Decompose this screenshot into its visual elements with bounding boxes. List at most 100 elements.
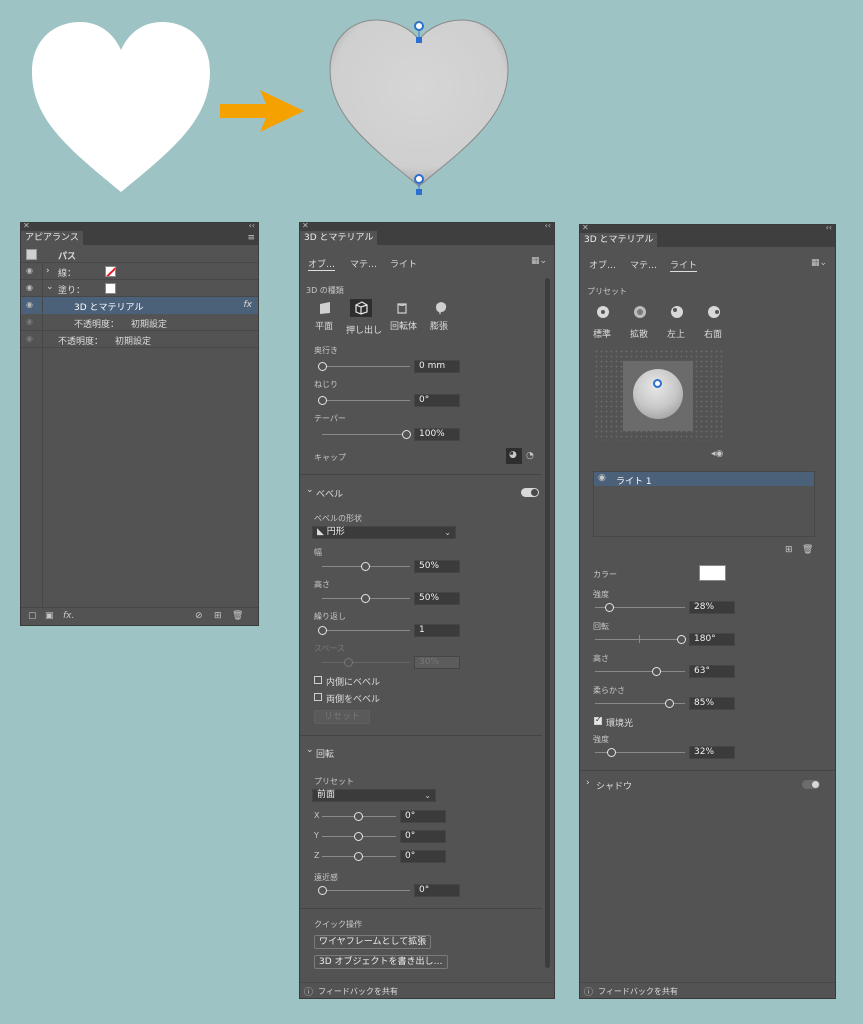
- bevel-height-knob[interactable]: [361, 594, 370, 603]
- light-preview-canvas[interactable]: [594, 349, 724, 441]
- x-knob[interactable]: [354, 812, 363, 821]
- eye-icon[interactable]: ◉: [26, 317, 36, 326]
- light-color-swatch[interactable]: [699, 565, 726, 581]
- panel-titlebar[interactable]: ✕ ‹‹: [21, 221, 258, 231]
- render-settings-icon[interactable]: ▦⌄: [531, 256, 547, 266]
- wireframe-expand-button[interactable]: ワイヤフレームとして拡張: [314, 935, 432, 949]
- z-knob[interactable]: [354, 852, 363, 861]
- subtab-material[interactable]: マテ…: [350, 257, 377, 270]
- both-bevel-checkbox[interactable]: [314, 693, 322, 701]
- cap-off-icon[interactable]: ◔: [526, 451, 534, 461]
- row-stroke[interactable]: ◉ › 線：: [21, 263, 258, 280]
- light-handle[interactable]: [653, 379, 662, 388]
- preset-diffuse-button[interactable]: 拡散: [627, 305, 653, 340]
- perspective-knob[interactable]: [318, 886, 327, 895]
- scrollbar[interactable]: [545, 278, 550, 968]
- collapse-icon[interactable]: ‹‹: [826, 223, 832, 232]
- chevron-down-icon[interactable]: ⌄: [46, 282, 54, 292]
- fx-icon[interactable]: fx: [244, 300, 253, 310]
- depth-slider-knob[interactable]: [318, 362, 327, 371]
- twist-field[interactable]: 0°: [414, 394, 460, 407]
- duplicate-item-icon[interactable]: ⊞: [214, 611, 222, 621]
- perspective-field[interactable]: 0°: [414, 884, 460, 897]
- eye-icon[interactable]: ◉: [26, 334, 36, 343]
- eye-icon[interactable]: ◉: [598, 473, 606, 483]
- taper-slider-knob[interactable]: [402, 430, 411, 439]
- eye-icon[interactable]: ◉: [26, 300, 36, 309]
- height-slider[interactable]: [595, 671, 685, 672]
- bevel-toggle[interactable]: [521, 488, 539, 497]
- add-light-icon[interactable]: ⊞: [785, 545, 793, 555]
- intensity-field[interactable]: 28%: [689, 601, 735, 614]
- bevel-chevron-icon[interactable]: ⌄: [306, 485, 314, 495]
- depth-slider[interactable]: [322, 366, 410, 367]
- subtab-light[interactable]: ライト: [670, 258, 698, 272]
- z-field[interactable]: 0°: [400, 850, 446, 863]
- add-effect-icon[interactable]: fx.: [63, 611, 74, 621]
- y-field[interactable]: 0°: [400, 830, 446, 843]
- collapse-icon[interactable]: ‹‹: [545, 221, 551, 230]
- tab-3d-material[interactable]: 3D とマテリアル: [300, 231, 378, 245]
- shadow-toggle[interactable]: [802, 780, 820, 789]
- cap-on-button[interactable]: ◕: [506, 448, 522, 464]
- subtab-object[interactable]: オブ…: [308, 257, 336, 271]
- panel-titlebar[interactable]: ✕ ‹‹: [580, 223, 835, 233]
- render-settings-icon[interactable]: ▦⌄: [811, 258, 827, 268]
- bevel-width-field[interactable]: 50%: [414, 560, 460, 573]
- chevron-right-icon[interactable]: ›: [46, 266, 50, 276]
- twist-slider-knob[interactable]: [318, 396, 327, 405]
- feedback-link[interactable]: フィードバックを共有: [318, 986, 398, 997]
- rotation-knob[interactable]: [677, 635, 686, 644]
- panel-menu-icon[interactable]: ≡: [247, 233, 255, 243]
- tab-3d-material[interactable]: 3D とマテリアル: [580, 233, 658, 247]
- rotation-chevron-icon[interactable]: ⌄: [306, 745, 314, 755]
- intensity-knob[interactable]: [605, 603, 614, 612]
- type-inflate-button[interactable]: 膨張: [428, 301, 454, 335]
- y-knob[interactable]: [354, 832, 363, 841]
- ambient-intensity-field[interactable]: 32%: [689, 746, 735, 759]
- clear-appearance-icon[interactable]: ⊘: [195, 611, 203, 621]
- row-fill-opacity[interactable]: ◉ 不透明度： 初期設定: [21, 314, 258, 331]
- depth-field[interactable]: 0 mm: [414, 360, 460, 373]
- bevel-shape-dropdown[interactable]: ◣ 円形 ⌄: [312, 526, 456, 539]
- bevel-height-field[interactable]: 50%: [414, 592, 460, 605]
- row-fill[interactable]: ◉ ⌄ 塗り：: [21, 280, 258, 297]
- shadow-heading[interactable]: シャドウ: [596, 779, 632, 792]
- taper-field[interactable]: 100%: [414, 428, 460, 441]
- bevel-heading[interactable]: ベベル: [316, 487, 343, 500]
- stroke-none-swatch[interactable]: [105, 266, 116, 277]
- feedback-link[interactable]: フィードバックを共有: [598, 986, 678, 997]
- 3d-material-effect-label[interactable]: 3D とマテリアル: [74, 300, 143, 313]
- add-stroke-icon[interactable]: ▢: [28, 611, 37, 621]
- close-icon[interactable]: ✕: [582, 223, 589, 232]
- row-3d-material[interactable]: ◉ 3D とマテリアル fx: [21, 297, 258, 314]
- subtab-light[interactable]: ライト: [390, 257, 417, 270]
- perspective-slider[interactable]: [322, 890, 410, 891]
- type-plane-button[interactable]: 平面: [312, 301, 338, 335]
- opacity-value[interactable]: 初期設定: [131, 317, 167, 330]
- rotation-field[interactable]: 180°: [689, 633, 735, 646]
- rotation-heading[interactable]: 回転: [316, 747, 334, 760]
- eye-icon[interactable]: ◉: [26, 283, 36, 292]
- export-3d-button[interactable]: 3D オブジェクトを書き出し…: [314, 955, 448, 969]
- fill-white-swatch[interactable]: [105, 283, 116, 294]
- move-light-back-icon[interactable]: ◂◉: [711, 449, 723, 459]
- twist-slider[interactable]: [322, 400, 410, 401]
- close-icon[interactable]: ✕: [302, 221, 309, 230]
- opacity-value[interactable]: 初期設定: [115, 334, 151, 347]
- tab-appearance[interactable]: アピアランス: [21, 231, 83, 245]
- height-knob[interactable]: [652, 667, 661, 676]
- shadow-chevron-icon[interactable]: ›: [586, 778, 590, 788]
- subtab-object[interactable]: オブ…: [589, 258, 616, 271]
- bevel-width-knob[interactable]: [361, 562, 370, 571]
- x-field[interactable]: 0°: [400, 810, 446, 823]
- eye-icon[interactable]: ◉: [26, 266, 36, 275]
- softness-field[interactable]: 85%: [689, 697, 735, 710]
- light-list-item[interactable]: ◉ ライト 1: [594, 472, 814, 487]
- type-extrude-button[interactable]: 押し出し: [346, 299, 382, 337]
- ambient-light-checkbox[interactable]: ✓: [594, 715, 602, 725]
- panel-titlebar[interactable]: ✕ ‹‹: [300, 221, 554, 231]
- type-revolve-button[interactable]: 回転体: [386, 301, 420, 335]
- preset-topleft-button[interactable]: 左上: [664, 305, 690, 340]
- taper-slider[interactable]: [322, 434, 410, 435]
